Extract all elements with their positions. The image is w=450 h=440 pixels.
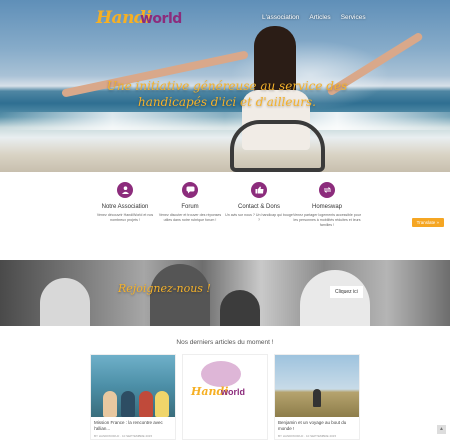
chat-icon (182, 182, 198, 198)
article-image (275, 355, 359, 417)
article-card[interactable]: Benjamin et un voyage au bout du monde !… (274, 354, 360, 440)
article-image-logo: Handi world (183, 355, 267, 417)
photo-figure (220, 290, 260, 326)
photo-figure (139, 391, 153, 417)
hero-banner: Handi world L'association Articles Servi… (0, 0, 450, 172)
article-card[interactable]: Mission France : la rencontre avec l'all… (90, 354, 176, 440)
users-icon (117, 182, 133, 198)
scroll-top-button[interactable]: ▲ (437, 425, 446, 434)
wave-foam (0, 112, 450, 130)
feature-contact[interactable]: Contact & Dons Un avis sur nous ? Un han… (224, 182, 294, 223)
feature-homeswap[interactable]: Homeswap Venez partager logements access… (292, 182, 362, 228)
globe-shape (201, 361, 241, 387)
hero-tagline: Une initiative généreuse au service des … (106, 79, 348, 109)
features-section: Notre Association Venez découvrir HandiW… (0, 172, 450, 260)
join-cta-button[interactable]: Cliquez ici (330, 286, 363, 298)
photo-figure (103, 391, 117, 417)
photo-figure (313, 389, 321, 407)
article-meta (183, 420, 267, 424)
feature-title: Notre Association (101, 204, 149, 210)
feature-forum[interactable]: Forum Venez discuter et trouver des répo… (155, 182, 225, 223)
join-heading: Rejoignez-nous ! (118, 282, 211, 295)
feature-title: Forum (181, 204, 199, 210)
join-band: Rejoignez-nous ! Cliquez ici (0, 260, 450, 326)
photo-figure (300, 270, 370, 326)
feature-desc: Un avis sur nous ? Un handicap qui bouge… (225, 213, 293, 222)
logo-part2: world (140, 11, 182, 27)
article-title: Mission France : la rencontre avec l'all… (94, 420, 163, 431)
article-logo-part2: world (221, 387, 245, 397)
articles-section: Nos derniers articles du moment ! Missio… (0, 326, 450, 440)
feature-title: Contact & Dons (237, 204, 281, 210)
article-meta: BY HANDIWORLD · 10 SEPTEMBRE 2015 (278, 434, 337, 438)
exchange-icon (319, 182, 335, 198)
wheelchair (230, 120, 325, 172)
translate-button[interactable]: Translate » (411, 218, 444, 227)
article-title: Benjamin et un voyage au bout du monde ! (278, 420, 347, 431)
site-logo[interactable]: Handi world (96, 8, 196, 30)
article-image (91, 355, 175, 417)
feature-desc: Venez découvrir HandiWorld et nos nombre… (96, 213, 154, 222)
feature-association[interactable]: Notre Association Venez découvrir HandiW… (90, 182, 160, 223)
articles-heading: Nos derniers articles du moment ! (176, 339, 274, 346)
article-card[interactable]: Handi world (182, 354, 268, 440)
photo-figure (150, 264, 210, 326)
photo-figure (40, 278, 90, 326)
nav-item-association[interactable]: L'association (262, 14, 299, 21)
nav-item-articles[interactable]: Articles (309, 14, 330, 21)
photo-figure (155, 391, 169, 417)
main-nav: L'association Articles Services (262, 14, 366, 21)
thumbs-up-icon (251, 182, 267, 198)
nav-item-services[interactable]: Services (341, 14, 366, 21)
feature-title: Homeswap (311, 204, 342, 210)
feature-desc: Venez discuter et trouver des réponses u… (158, 213, 222, 222)
article-meta: BY HANDIWORLD · 10 SEPTEMBRE 2015 (94, 434, 153, 438)
feature-desc: Venez partager logements accessible pour… (293, 213, 361, 227)
photo-figure (121, 391, 135, 417)
